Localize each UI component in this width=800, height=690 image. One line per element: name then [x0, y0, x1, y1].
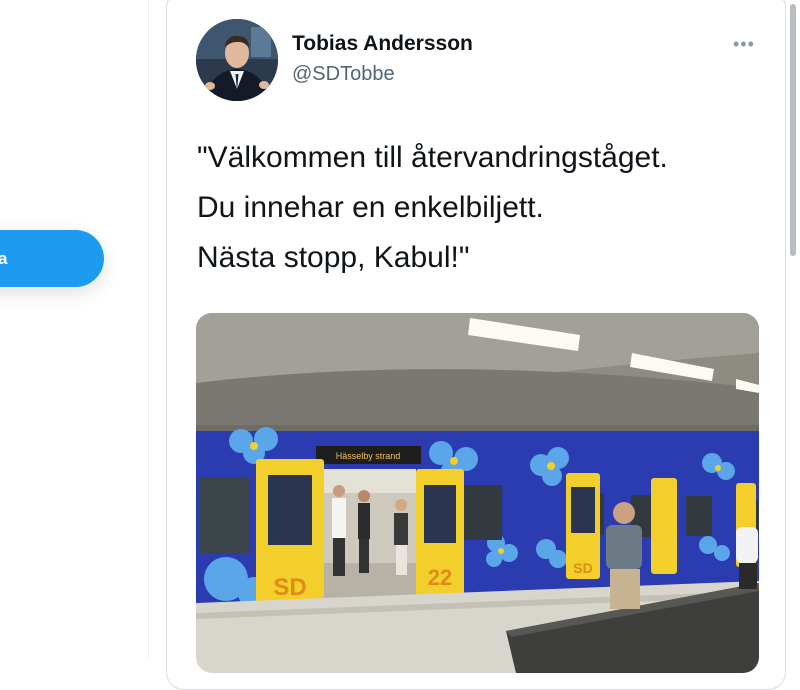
- tweet-photo[interactable]: Hässelby strand SD 22 SD: [196, 313, 759, 673]
- destination-sign: Hässelby strand: [336, 451, 401, 461]
- author-avatar[interactable]: [196, 19, 278, 101]
- tweet-text-line: Du innehar en enkelbiljett.: [197, 191, 544, 224]
- left-sidebar: a: [0, 0, 148, 658]
- column-divider: [148, 0, 149, 658]
- door-logo-left: SD: [273, 574, 306, 601]
- avatar-photo: [196, 19, 278, 101]
- tweet-text: "Välkommen till återvandringståget. Du i…: [197, 138, 767, 278]
- tweet-button[interactable]: a: [0, 230, 104, 287]
- scrollbar-thumb[interactable]: [790, 4, 796, 256]
- door-logo-right: SD: [573, 560, 592, 576]
- author-name[interactable]: Tobias Andersson: [292, 32, 473, 56]
- subway-train-photo: Hässelby strand SD 22 SD: [196, 313, 759, 673]
- more-icon[interactable]: •••: [733, 34, 755, 55]
- tweet-text-line: Nästa stopp, Kabul!": [197, 241, 470, 274]
- tweet-button-label: a: [0, 248, 8, 268]
- scrollbar[interactable]: [786, 0, 800, 658]
- door-number: 22: [428, 565, 452, 590]
- tweet-text-line: "Välkommen till återvandringståget.: [197, 141, 668, 174]
- author-handle[interactable]: @SDTobbe: [292, 63, 395, 86]
